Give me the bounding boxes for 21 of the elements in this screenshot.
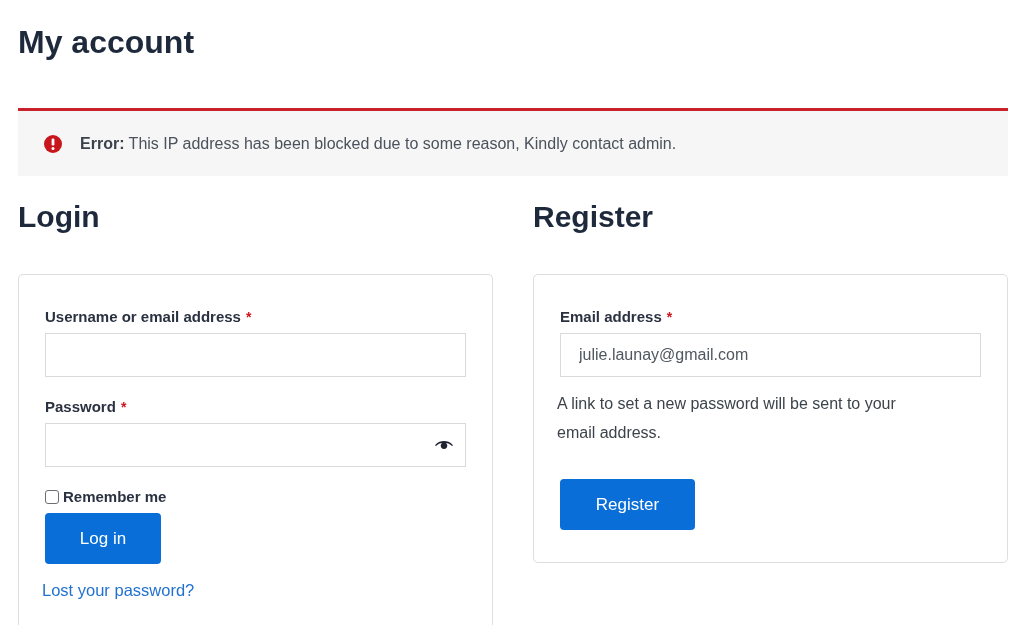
required-mark: * — [666, 308, 673, 327]
checkbox[interactable] — [45, 490, 59, 504]
checkbox-label: Remember me — [63, 487, 167, 507]
required-mark: * — [245, 308, 252, 327]
required-mark: * — [120, 398, 127, 417]
register-note: A link to set a new password will be sent to your email address. — [557, 394, 897, 443]
section-heading: Register — [533, 199, 654, 235]
eye-icon[interactable] — [435, 440, 453, 450]
notice-text: Error: This IP address has been blocked due to some reason, Kindly contact admin. — [80, 133, 677, 154]
error-icon — [44, 134, 62, 153]
username-field[interactable] — [45, 333, 466, 377]
field-label: Password — [45, 397, 116, 417]
field-label: Email address — [560, 307, 662, 327]
section-heading: Login — [18, 199, 100, 235]
page-title: My account — [18, 23, 195, 62]
field-label: Username or email address — [45, 307, 241, 327]
email-field[interactable]: julie.launay@gmail.com — [560, 333, 981, 377]
password-field[interactable] — [45, 423, 466, 467]
login-button[interactable]: Log in — [45, 513, 161, 564]
lost-password-link[interactable]: Lost your password? — [42, 580, 195, 600]
register-button[interactable]: Register — [560, 479, 695, 530]
